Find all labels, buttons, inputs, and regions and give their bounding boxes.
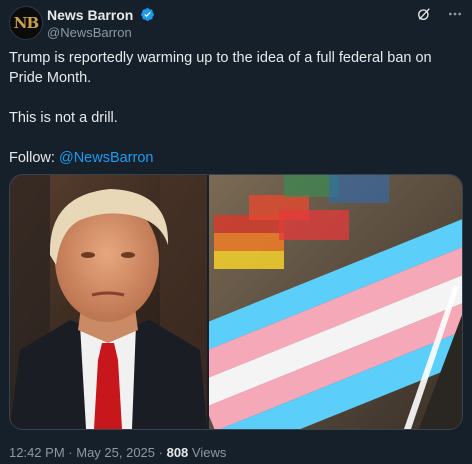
more-options-icon[interactable] xyxy=(446,6,464,22)
tweet-follow-line: Follow: @NewsBarron xyxy=(9,148,464,168)
views-count: 808 xyxy=(166,445,189,460)
meta-separator: · xyxy=(158,445,167,460)
avatar[interactable]: NB xyxy=(9,6,43,40)
author-block: News Barron @NewsBarron xyxy=(47,6,155,40)
follow-label: Follow: xyxy=(9,150,55,166)
tweet-text-paragraph-2: This is not a drill. xyxy=(9,110,118,126)
tweet-time[interactable]: 12:42 PM xyxy=(9,445,65,460)
tweet-media xyxy=(9,174,463,430)
tweet-meta: 12:42 PM · May 25, 2025 · 808 Views xyxy=(9,445,226,460)
views-label: Views xyxy=(191,445,227,460)
media-photo-portrait[interactable] xyxy=(10,175,207,429)
tweet-header: NB News Barron @NewsBarron xyxy=(9,6,464,42)
header-actions xyxy=(416,6,464,22)
author-display-name[interactable]: News Barron xyxy=(47,7,133,23)
tweet-text-paragraph-1: Trump is reportedly warming up to the id… xyxy=(9,50,432,86)
verified-badge-icon[interactable] xyxy=(140,7,155,22)
avatar-logo-text: NB xyxy=(13,14,39,32)
tweet-date[interactable]: May 25, 2025 xyxy=(76,445,155,460)
grok-icon[interactable] xyxy=(416,6,432,22)
media-photo-flag[interactable] xyxy=(209,175,462,429)
tweet-text: Trump is reportedly warming up to the id… xyxy=(9,48,464,168)
author-handle[interactable]: @NewsBarron xyxy=(47,25,155,40)
mention-link[interactable]: @NewsBarron xyxy=(59,150,154,166)
